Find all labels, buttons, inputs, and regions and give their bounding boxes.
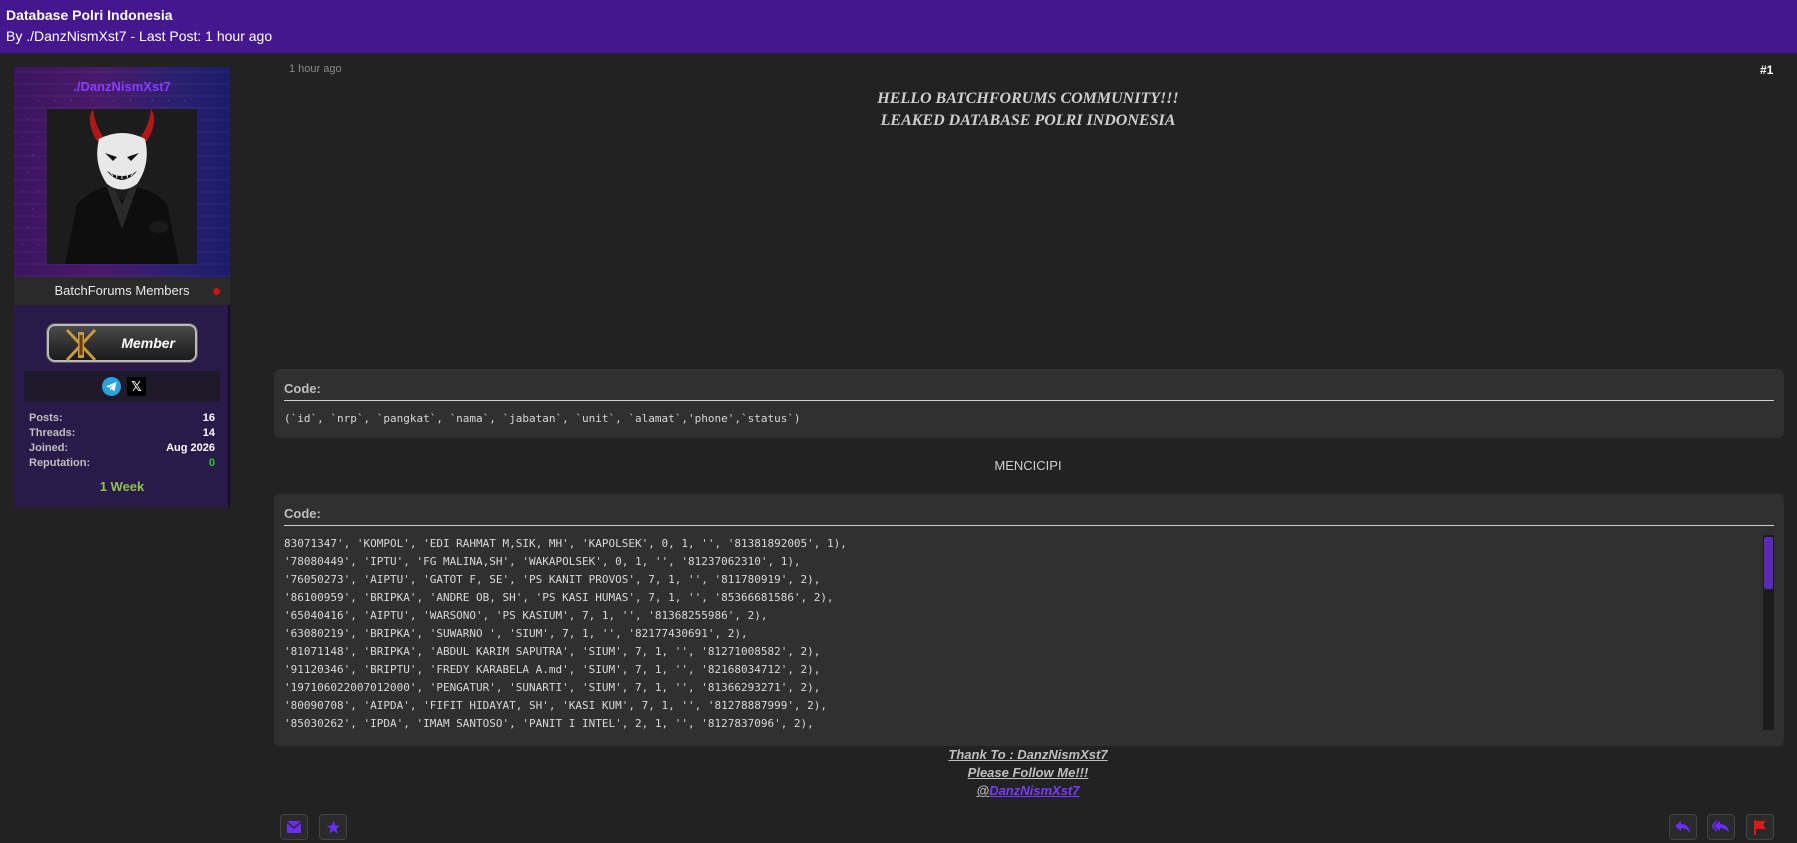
reputation-button[interactable] (319, 814, 347, 840)
code-line: '85030262', 'IPDA', 'IMAM SANTOSO', 'PAN… (284, 717, 814, 730)
user-group: BatchForums Members (14, 277, 230, 305)
stat-joined: Joined: Aug 2026 (29, 442, 215, 454)
pm-button[interactable] (280, 814, 308, 840)
report-button[interactable] (1746, 814, 1774, 840)
code-title: Code: (284, 506, 321, 521)
flag-icon (1754, 819, 1766, 835)
envelope-icon (287, 821, 301, 833)
thread-header: Database Polri Indonesia By ./DanzNismXs… (0, 0, 1797, 53)
user-stats: Posts: 16 Threads: 14 Joined: Aug 2026 R… (29, 411, 215, 471)
stat-posts: Posts: 16 (29, 412, 215, 424)
handle-line: @DanzNismXst7 (273, 782, 1783, 800)
stat-threads: Threads: 14 (29, 427, 215, 439)
user-card: · · · · · · · · · · · · · · · · · · · · … (14, 67, 230, 507)
at-sign: @ (976, 783, 990, 798)
badge-label: Member (121, 335, 175, 351)
code-title: Code: (284, 381, 321, 396)
code-line: 83071347', 'KOMPOL', 'EDI RAHMAT M,SIK, … (284, 537, 847, 550)
reply-icon (1675, 821, 1690, 833)
code-line: '76050273', 'AIPTU', 'GATOT F, SE', 'PS … (284, 573, 821, 586)
follow-line: Please Follow Me!!! (967, 765, 1089, 780)
thanks-line: Thank To : DanzNismXst7 (948, 747, 1108, 762)
reply-all-icon (1712, 820, 1729, 833)
code-scrollbar-thumb[interactable] (1764, 537, 1773, 589)
code-line: '78080449', 'IPTU', 'FG MALINA,SH', 'WAK… (284, 555, 801, 568)
code-scrollbar[interactable] (1763, 535, 1774, 730)
code-line: '81071148', 'BRIPKA', 'ABDUL KARIM SAPUT… (284, 645, 821, 658)
code-divider (284, 525, 1774, 526)
code-block-columns: Code: (`id`, `nrp`, `pangkat`, `nama`, `… (274, 369, 1784, 438)
code-line: '91120346', 'BRIPTU', 'FREDY KARABELA A.… (284, 663, 821, 676)
post-greeting: HELLO BATCHFORUMS COMMUNITY!!! (877, 90, 1179, 107)
avatar[interactable] (47, 109, 197, 264)
post-timestamp: 1 hour ago (289, 63, 342, 75)
post-signature: Thank To : DanzNismXst7 Please Follow Me… (273, 746, 1783, 800)
star-icon (326, 820, 340, 834)
code-content[interactable]: (`id`, `nrp`, `pangkat`, `nama`, `jabata… (284, 412, 801, 425)
code-line: '65040416', 'AIPTU', 'WARSONO', 'PS KASI… (284, 609, 768, 622)
telegram-icon[interactable] (102, 377, 121, 396)
x-icon[interactable]: 𝕏 (127, 377, 146, 396)
username-link[interactable]: ./DanzNismXst7 (14, 79, 230, 94)
post-middle-text: MENCICIPI (994, 458, 1062, 473)
post-heading: HELLO BATCHFORUMS COMMUNITY!!! LEAKED DA… (273, 88, 1783, 132)
offline-status-dot (213, 288, 220, 295)
code-content[interactable]: 83071347', 'KOMPOL', 'EDI RAHMAT M,SIK, … (284, 535, 1754, 735)
crossed-swords-icon (65, 328, 97, 362)
member-tenure: 1 Week (99, 479, 145, 494)
thread-title: Database Polri Indonesia (6, 7, 173, 23)
code-line: '197106022007012000', 'PENGATUR', 'SUNAR… (284, 681, 821, 694)
reply-button[interactable] (1669, 814, 1697, 840)
social-links: 𝕏 (24, 371, 220, 402)
code-block-records: Code: 83071347', 'KOMPOL', 'EDI RAHMAT M… (274, 494, 1784, 746)
post-subject: LEAKED DATABASE POLRI INDONESIA (880, 112, 1176, 129)
handle-link[interactable]: DanzNismXst7 (989, 783, 1079, 798)
user-group-label: BatchForums Members (54, 283, 190, 298)
post-number-link[interactable]: #1 (1760, 63, 1773, 77)
reputation-link[interactable]: 0 (209, 456, 215, 471)
code-line: '86100959', 'BRIPKA', 'ANDRE OB, SH', 'P… (284, 591, 834, 604)
code-line: '80090708', 'AIPDA', 'FIFIT HIDAYAT, SH'… (284, 699, 828, 712)
code-divider (284, 400, 1774, 401)
quote-button[interactable] (1707, 814, 1735, 840)
member-badge: Member (47, 324, 197, 362)
stat-reputation: Reputation: 0 (29, 456, 215, 471)
thread-byline: By ./DanzNismXst7 - Last Post: 1 hour ag… (6, 28, 273, 44)
code-line: '63080219', 'BRIPKA', 'SUWARNO ', 'SIUM'… (284, 627, 748, 640)
